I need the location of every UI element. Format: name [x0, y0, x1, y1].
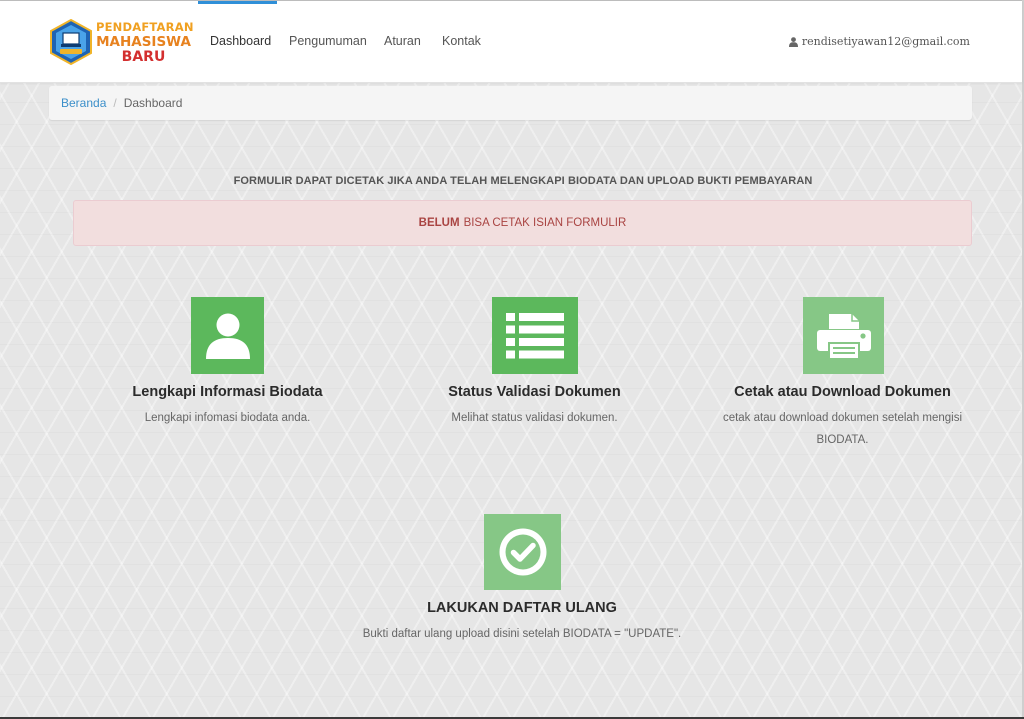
feature-daftar-ulang-desc: Bukti daftar ulang upload disini setelah… [362, 628, 682, 640]
print-icon [816, 313, 871, 360]
form-print-notice: FORMULIR DAPAT DICETAK JIKA ANDA TELAH M… [233, 175, 813, 187]
feature-daftar-ulang: LAKUKAN DAFTAR ULANG Bukti daftar ulang … [322, 514, 722, 654]
list-icon [506, 312, 564, 358]
nav-dashboard[interactable]: Dashboard [210, 34, 271, 48]
brand-wordmark: PENDAFTARAN MAHASISWA BARU [96, 20, 194, 65]
feature-biodata-title[interactable]: Lengkapi Informasi Biodata [100, 384, 355, 400]
navbar: PENDAFTARAN MAHASISWA BARU Dashboard Pen… [0, 1, 1022, 83]
alert-text: BISA CETAK ISIAN FORMULIR [463, 217, 627, 229]
feature-cetak-icon-box[interactable] [803, 297, 884, 374]
breadcrumb-separator: / [113, 96, 117, 110]
nav-active-indicator [198, 1, 277, 4]
feature-biodata-desc: Lengkapi infomasi biodata anda. [144, 412, 311, 424]
user-menu[interactable]: rendisetiyawan12@gmail.com [788, 35, 970, 48]
alert-strong-text: BELUM [418, 217, 460, 229]
feature-biodata: Lengkapi Informasi Biodata Lengkapi info… [100, 297, 355, 437]
feature-daftar-ulang-icon-box[interactable] [484, 514, 561, 590]
breadcrumb-current: Dashboard [123, 96, 183, 110]
university-badge-icon [50, 19, 92, 65]
brand-line-3: BARU [121, 49, 166, 65]
feature-cetak-desc: cetak atau download dokumen setelah meng… [722, 412, 963, 446]
user-email: rendisetiyawan12@gmail.com [801, 35, 970, 48]
feature-validasi-desc: Melihat status validasi dokumen. [451, 412, 618, 424]
feature-biodata-icon-box[interactable] [191, 297, 264, 374]
print-status-alert: BELUM BISA CETAK ISIAN FORMULIR [73, 200, 972, 246]
feature-cetak: Cetak atau Download Dokumen cetak atau d… [715, 297, 970, 457]
check-circle-icon [499, 528, 546, 576]
nav-aturan[interactable]: Aturan [384, 34, 421, 48]
breadcrumb-home-link[interactable]: Beranda [61, 96, 106, 110]
feature-daftar-ulang-title[interactable]: LAKUKAN DAFTAR ULANG [322, 600, 722, 616]
feature-cetak-title[interactable]: Cetak atau Download Dokumen [715, 384, 970, 400]
nav-kontak[interactable]: Kontak [442, 34, 481, 48]
nav-pengumuman[interactable]: Pengumuman [289, 34, 367, 48]
feature-validasi: Status Validasi Dokumen Melihat status v… [407, 297, 662, 437]
feature-validasi-icon-box[interactable] [492, 297, 578, 374]
brand-line-1: PENDAFTARAN [96, 20, 194, 34]
user-icon [788, 36, 798, 47]
brand-logo[interactable]: PENDAFTARAN MAHASISWA BARU [48, 19, 194, 67]
user-icon [205, 313, 250, 359]
brand-line-2: MAHASISWA [96, 34, 191, 50]
feature-validasi-title[interactable]: Status Validasi Dokumen [407, 384, 662, 400]
breadcrumb: Beranda / Dashboard [49, 86, 972, 120]
